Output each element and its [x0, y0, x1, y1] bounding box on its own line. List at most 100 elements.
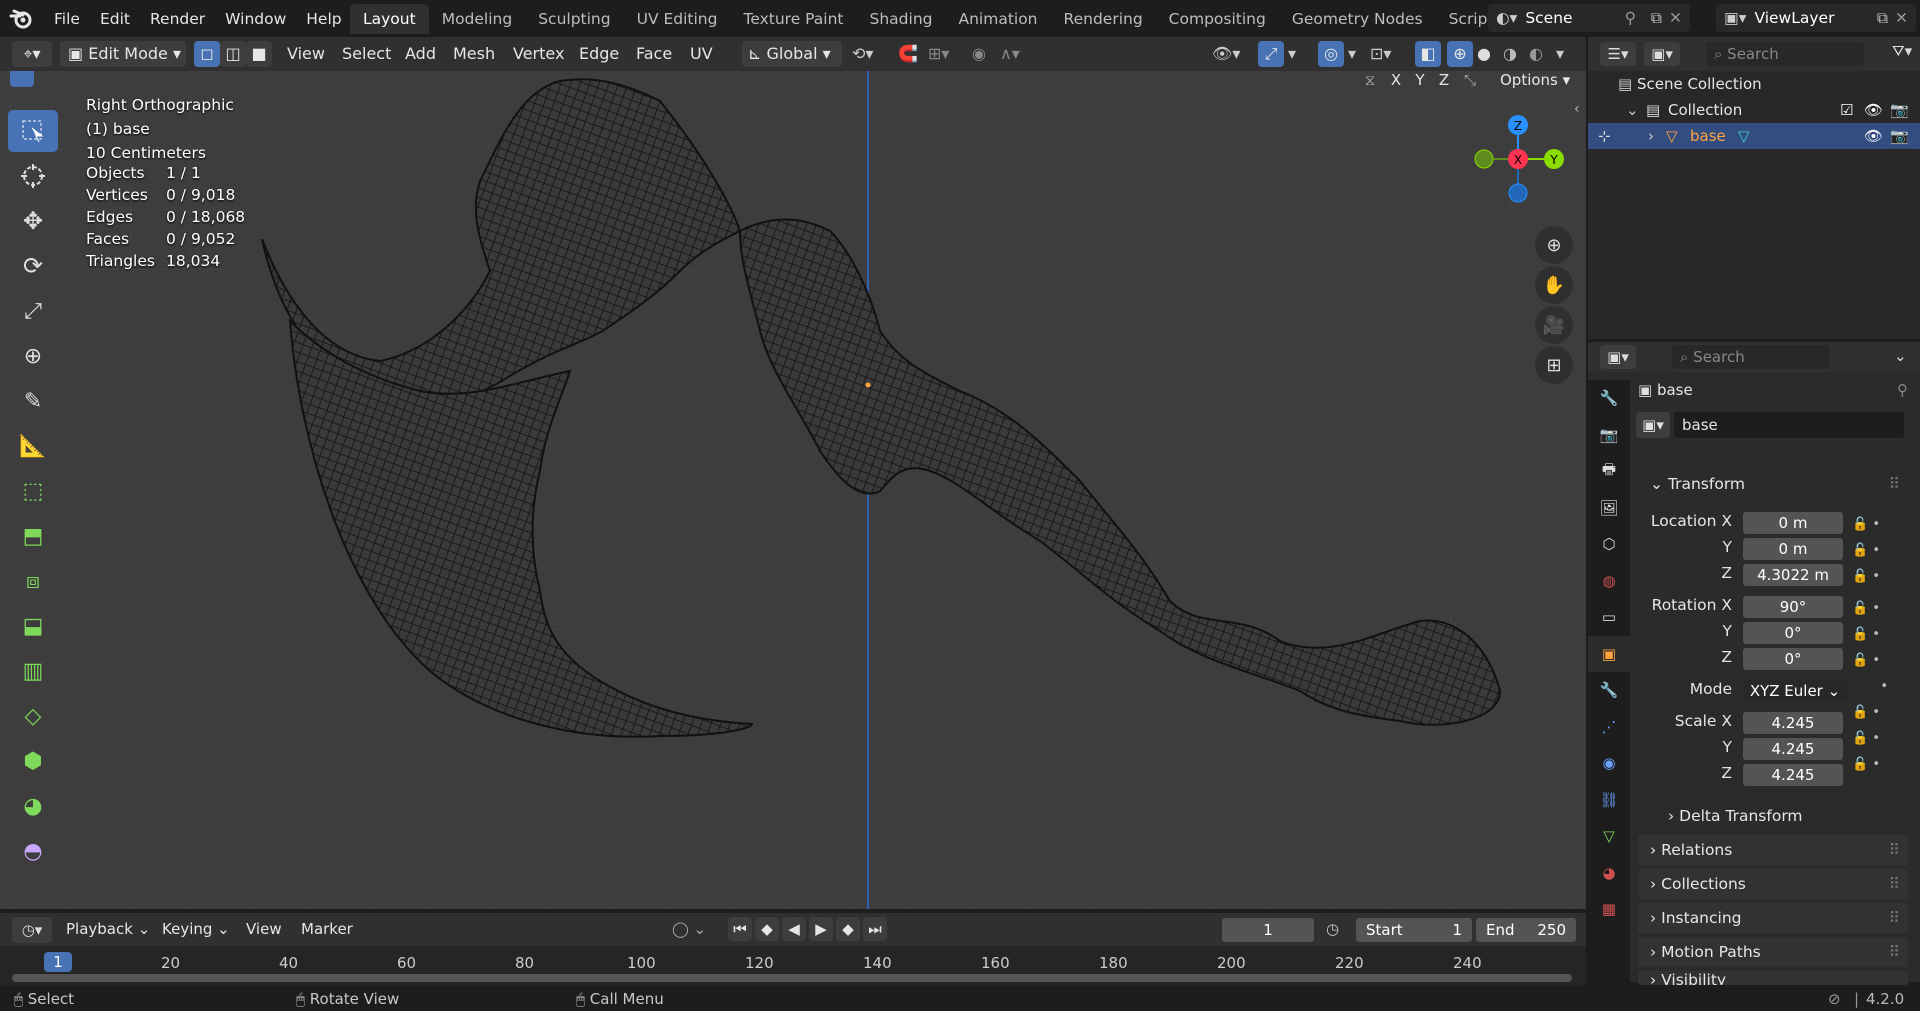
camera-icon[interactable]: 📷 — [1890, 97, 1909, 123]
current-frame-field[interactable]: 1 — [1222, 918, 1314, 942]
expand-object-icon[interactable]: › — [1648, 123, 1654, 149]
start-frame-field[interactable]: Start 1 — [1356, 918, 1472, 942]
lock-icon[interactable]: 🔓 • — [1852, 622, 1892, 648]
sidebar-toggle-icon[interactable]: ‹ — [1574, 101, 1580, 117]
play-reverse-icon[interactable]: ◀ — [782, 917, 806, 941]
edit-mode-indicator-icon[interactable]: ⊹ — [1598, 123, 1611, 149]
marker-menu[interactable]: Marker — [301, 913, 353, 946]
snap-target-icon[interactable]: ⊞▾ — [928, 37, 949, 71]
scene-collection-row[interactable]: ▤ Scene Collection — [1618, 71, 1762, 97]
next-keyframe-icon[interactable]: ◆ — [836, 917, 860, 941]
scale-x-field[interactable]: 4.245 — [1743, 712, 1843, 734]
properties-search-input[interactable]: ⌕ Search — [1672, 345, 1830, 369]
jump-start-icon[interactable]: ⏮ — [728, 917, 752, 941]
menu-uv[interactable]: UV — [690, 37, 713, 71]
collections-header[interactable]: › Collections ⠿ — [1638, 869, 1908, 899]
outliner-editor-type-icon[interactable]: ☰▾ — [1600, 42, 1636, 66]
filter-icon[interactable]: ⛛▾ — [1892, 42, 1912, 60]
menu-add[interactable]: Add — [405, 37, 436, 71]
menu-help[interactable]: Help — [296, 10, 351, 28]
menu-edge[interactable]: Edge — [579, 37, 619, 71]
select-invert-icon[interactable] — [88, 71, 112, 87]
timeline-scrollbar[interactable] — [12, 974, 1572, 982]
menu-view[interactable]: View — [287, 37, 325, 71]
camera-icon[interactable]: 📷 — [1890, 123, 1909, 149]
tab-modeling[interactable]: Modeling — [429, 4, 526, 34]
drag-handle-icon[interactable]: ⠿ — [1889, 937, 1900, 967]
view-layer-selector[interactable]: ▣▾ ViewLayer ⧉ ✕ — [1716, 4, 1916, 32]
select-new-icon[interactable] — [10, 71, 34, 87]
solid-shading-icon[interactable]: ● — [1477, 37, 1491, 71]
outliner-search-input[interactable]: ⌕ Search — [1706, 42, 1864, 66]
tool-loop-cut[interactable]: ▥ — [8, 650, 58, 692]
pin-icon[interactable]: ⚲ — [1625, 9, 1636, 27]
properties-options-icon[interactable]: ⌄ — [1894, 347, 1907, 365]
playback-menu[interactable]: Playback ⌄ — [66, 913, 150, 946]
rotation-z-field[interactable]: 0° — [1743, 648, 1843, 670]
eye-icon[interactable]: 👁 — [1864, 97, 1883, 123]
vertex-select-button[interactable]: ◻ — [194, 41, 220, 67]
tool-measure[interactable]: 📐 — [8, 425, 58, 467]
scene-tab-icon[interactable]: ⬡ — [1588, 526, 1630, 563]
drag-handle-icon[interactable]: ⠿ — [1889, 869, 1900, 899]
menu-face[interactable]: Face — [636, 37, 672, 71]
options-dropdown[interactable]: Options ▾ — [1492, 71, 1579, 91]
tool-poly-build[interactable]: ⬢ — [8, 740, 58, 782]
timeline-view-menu[interactable]: View — [246, 913, 282, 946]
lock-icon[interactable]: 🔓 • — [1852, 512, 1892, 538]
object-name-input[interactable]: base — [1674, 412, 1904, 438]
pivot-point-icon[interactable]: ⟲▾ — [852, 37, 873, 71]
navigation-gizmo[interactable]: Z Y X — [1460, 91, 1580, 211]
xray-toggle-icon[interactable]: ◧ — [1415, 41, 1441, 67]
modifier-tab-icon[interactable]: 🔧 — [1588, 672, 1630, 709]
keyframe-dot-icon[interactable]: • — [1852, 674, 1892, 700]
falloff-icon[interactable]: ∧▾ — [1000, 37, 1020, 71]
constraints-tab-icon[interactable]: ⛓ — [1588, 782, 1630, 819]
relations-header[interactable]: › Relations ⠿ — [1638, 835, 1908, 865]
lock-icon[interactable]: 🔓 • — [1852, 726, 1892, 752]
transform-orientation-dropdown[interactable]: ⊾ Global ▾ — [742, 41, 842, 67]
tool-smooth[interactable]: ◓ — [8, 830, 58, 872]
material-tab-icon[interactable]: ◕ — [1588, 855, 1630, 892]
data-tab-icon[interactable]: ▽ — [1588, 818, 1630, 855]
collection-checkbox[interactable]: ☑ — [1840, 97, 1853, 123]
tool-move[interactable]: ✥ — [8, 200, 58, 242]
tool-cursor[interactable] — [8, 155, 58, 197]
lock-icon[interactable]: 🔓 • — [1852, 700, 1892, 726]
render-tab-icon[interactable]: 📷 — [1588, 417, 1630, 454]
tab-rendering[interactable]: Rendering — [1051, 4, 1156, 34]
tab-geometry-nodes[interactable]: Geometry Nodes — [1279, 4, 1436, 34]
overlays-dropdown-icon[interactable]: ▾ — [1348, 37, 1356, 71]
new-scene-icon[interactable]: ⧉ — [1651, 9, 1662, 28]
edge-select-button[interactable]: ◫ — [220, 41, 246, 67]
view-layer-tab-icon[interactable]: 🖼 — [1588, 490, 1630, 527]
proportional-edit-icon[interactable]: ◉ — [972, 37, 986, 71]
tab-texture-paint[interactable]: Texture Paint — [730, 4, 856, 34]
object-browse-icon[interactable]: ▣▾ — [1636, 412, 1670, 438]
rendered-shading-icon[interactable]: ◐ — [1529, 37, 1543, 71]
object-name-field[interactable]: ▣▾ base — [1636, 412, 1906, 438]
face-select-button[interactable]: ■ — [246, 41, 272, 67]
rotation-x-field[interactable]: 90° — [1743, 596, 1843, 618]
tool-add-cube[interactable]: ⬚ — [8, 470, 58, 512]
lock-icon[interactable]: 🔓 • — [1852, 752, 1892, 778]
rotation-mode-dropdown[interactable]: XYZ Euler ⌄ — [1743, 680, 1847, 702]
zoom-icon[interactable]: ⊕ — [1535, 226, 1573, 264]
tool-bevel[interactable]: ⬓ — [8, 605, 58, 647]
instancing-header[interactable]: › Instancing ⠿ — [1638, 903, 1908, 933]
overlays-toggle-icon[interactable]: ◎ — [1318, 41, 1344, 67]
tool-select-box[interactable] — [8, 110, 58, 152]
properties-editor-type-icon[interactable]: ▣▾ — [1600, 345, 1636, 369]
eye-icon[interactable]: 👁 — [1864, 123, 1883, 149]
tool-extrude[interactable]: ⬒ — [8, 515, 58, 557]
location-z-field[interactable]: 4.3022 m — [1743, 564, 1843, 586]
ortho-grid-icon[interactable]: ⊞ — [1535, 346, 1573, 384]
expand-collection-icon[interactable]: ⌄ — [1626, 97, 1639, 123]
material-shading-icon[interactable]: ◑ — [1503, 37, 1517, 71]
tool-knife[interactable]: ◇ — [8, 695, 58, 737]
drag-handle-icon[interactable]: ⠿ — [1889, 903, 1900, 933]
jump-end-icon[interactable]: ⏭ — [863, 917, 887, 941]
3d-viewport[interactable]: Right Orthographic (1) base 10 Centimete… — [0, 71, 1586, 909]
timeline-ruler[interactable]: 1 20 40 60 80 100 120 140 160 180 200 22… — [0, 946, 1586, 986]
menu-render[interactable]: Render — [140, 10, 215, 28]
